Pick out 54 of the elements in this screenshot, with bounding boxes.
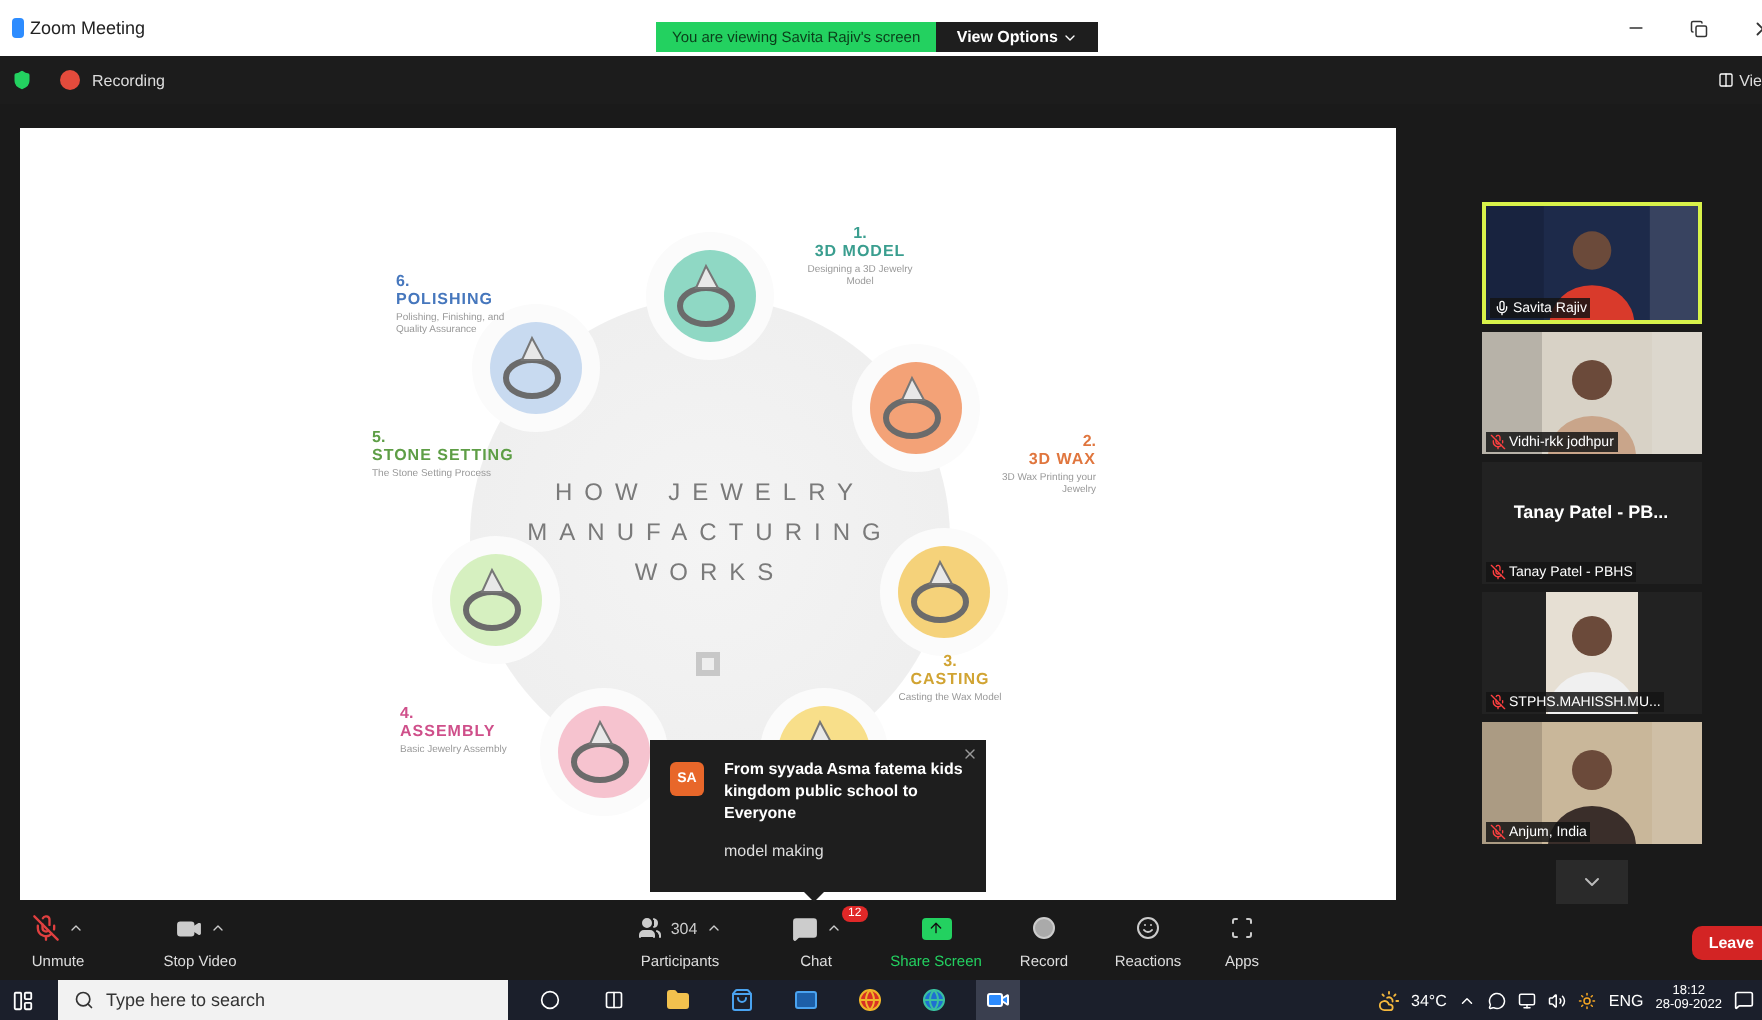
step-name: 3D WAX <box>1028 450 1096 468</box>
apps-icon <box>1230 916 1254 940</box>
chat-icon <box>791 915 817 941</box>
caret-icon[interactable] <box>68 920 84 936</box>
step-number: 6. <box>396 272 410 290</box>
caret-icon[interactable] <box>705 920 722 936</box>
caret-icon[interactable] <box>209 920 225 936</box>
chat-sender: From syyada Asma fatema kids kingdom public school to Everyone <box>724 758 964 826</box>
close-button[interactable] <box>962 746 978 762</box>
slide-title: HOW JEWELRY <box>554 478 866 506</box>
step-name: ASSEMBLY <box>400 722 496 740</box>
window-title: Zoom Meeting <box>30 18 146 38</box>
speaker-icon[interactable] <box>1548 991 1567 1009</box>
caret-icon[interactable] <box>825 920 841 936</box>
network-icon[interactable] <box>1518 991 1537 1009</box>
video-camera-icon[interactable] <box>976 980 1020 1020</box>
view-button[interactable]: Vie <box>1739 71 1762 89</box>
step-number: 4. <box>400 704 414 722</box>
step-name: STONE SETTING <box>372 446 514 464</box>
sun-icon[interactable] <box>1578 991 1597 1009</box>
participant-title: Tanay Patel - PB... <box>1513 501 1669 521</box>
record-icon <box>1032 916 1056 940</box>
restore-icon[interactable] <box>1690 19 1708 37</box>
step-number: 3. <box>943 652 957 670</box>
step-name: 3D MODEL <box>814 242 906 260</box>
shield-icon[interactable] <box>12 70 32 90</box>
weather-icon[interactable] <box>1377 989 1400 1011</box>
step-number: 2. <box>1082 432 1096 450</box>
slide-title: WORKS <box>634 558 786 586</box>
windows-icon[interactable] <box>12 989 34 1011</box>
qr-code-icon <box>696 652 720 676</box>
people-icon <box>638 916 663 940</box>
slide-title: MANUFACTURING <box>527 518 893 546</box>
recording-label: Recording <box>92 71 165 89</box>
chat-icon[interactable] <box>1488 991 1507 1009</box>
language-indicator[interactable]: ENG <box>1608 991 1644 1009</box>
step-number: 5. <box>372 428 386 446</box>
notifications-icon[interactable] <box>1734 990 1754 1010</box>
chat-message: model making <box>724 841 826 860</box>
share-screen-icon <box>921 917 951 939</box>
app-logo-icon <box>12 18 24 38</box>
leave-button[interactable]: Leave <box>1692 925 1762 959</box>
step-name: CASTING <box>910 670 990 688</box>
search-field[interactable]: Type here to search <box>58 980 508 1020</box>
smiley-icon <box>1136 916 1160 940</box>
step-number: 1. <box>853 224 867 242</box>
temperature: 34°C <box>1411 991 1447 1009</box>
step-name: POLISHING <box>396 290 494 308</box>
view-icon[interactable] <box>1717 72 1734 88</box>
participant-count: 304 <box>670 919 698 937</box>
view-options-button[interactable]: View Options <box>936 22 1099 52</box>
recording-icon <box>60 70 80 90</box>
video-camera-icon <box>175 915 201 941</box>
search-icon <box>74 990 94 1010</box>
